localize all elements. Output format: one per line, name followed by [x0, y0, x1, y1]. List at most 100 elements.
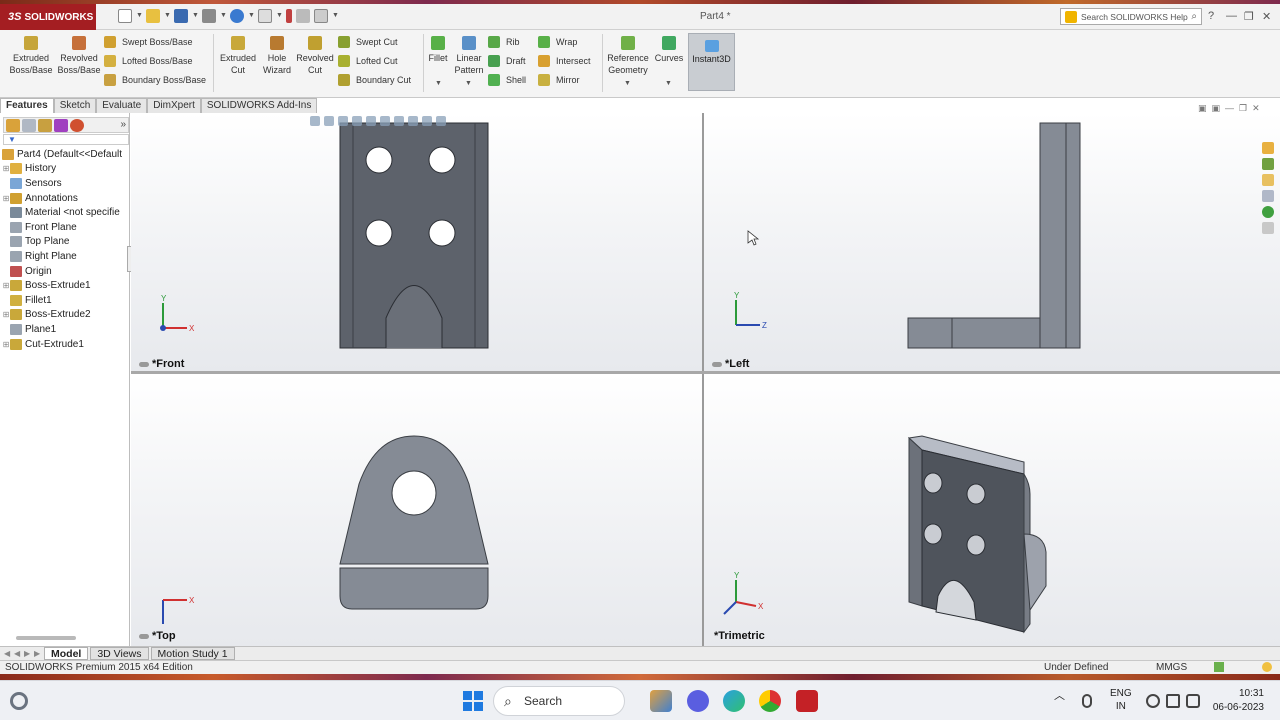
tab-sketch[interactable]: Sketch [53, 98, 97, 113]
solidworks-logo[interactable]: 3S SOLIDWORKS [0, 4, 96, 30]
chevron-down-icon[interactable]: ▼ [435, 80, 442, 87]
help-question-icon[interactable]: ? [1208, 10, 1214, 22]
first-tab-icon[interactable]: ◀ [4, 649, 12, 658]
lofted-cut-button[interactable]: Lofted Cut [338, 55, 398, 67]
volume-icon[interactable] [1166, 694, 1180, 708]
search-icon[interactable]: ⌕ [1191, 11, 1197, 22]
tree-item[interactable]: ⊞ Cut-Extrude1 [2, 337, 130, 352]
expand-icon[interactable]: ⊞ [2, 310, 10, 319]
tree-item[interactable]: ⊞ Boss-Extrude1 [2, 278, 130, 293]
tab-features[interactable]: Features [0, 98, 54, 113]
chevron-down-icon[interactable]: ▼ [248, 9, 255, 23]
horizontal-scrollbar[interactable] [16, 636, 76, 640]
viewport-top[interactable]: X *Top [131, 374, 702, 646]
extruded-boss-button[interactable]: Extruded Boss/Base [8, 36, 54, 76]
property-manager-icon[interactable] [22, 119, 36, 132]
reference-geometry-button[interactable]: Reference Geometry [604, 36, 652, 76]
battery-icon[interactable] [1186, 694, 1200, 708]
hole-wizard-button[interactable]: Hole Wizard [258, 36, 296, 76]
units-selector[interactable]: MMGS [1156, 662, 1187, 673]
feature-filter-icon[interactable]: ▼ [3, 134, 129, 145]
tree-item[interactable]: Origin [2, 264, 130, 279]
language-indicator[interactable]: ENG IN [1110, 687, 1132, 713]
minimize-icon[interactable]: — [1225, 103, 1234, 114]
lofted-boss-button[interactable]: Lofted Boss/Base [104, 55, 193, 67]
next-tab-icon[interactable]: ▶ [24, 649, 32, 658]
swept-cut-button[interactable]: Swept Cut [338, 36, 398, 48]
undo-icon[interactable] [230, 9, 244, 23]
chevron-down-icon[interactable]: ▼ [192, 9, 199, 23]
display-style-icon[interactable] [380, 116, 390, 126]
expand-icon[interactable]: ⊞ [2, 281, 10, 290]
tree-item[interactable]: Right Plane [2, 249, 130, 264]
options-icon[interactable] [314, 9, 328, 23]
tray-overflow-icon[interactable]: ︿ [1054, 687, 1065, 703]
intersect-button[interactable]: Intersect [538, 55, 591, 67]
microphone-icon[interactable] [1082, 694, 1092, 708]
file-properties-icon[interactable] [296, 9, 310, 23]
chevron-down-icon[interactable]: ▼ [276, 9, 283, 23]
scene-icon[interactable] [422, 116, 432, 126]
boundary-cut-button[interactable]: Boundary Cut [338, 74, 411, 86]
tab-motion-study[interactable]: Motion Study 1 [150, 647, 235, 660]
view-settings-icon[interactable] [436, 116, 446, 126]
appearance-icon[interactable] [408, 116, 418, 126]
design-library-icon[interactable] [1262, 158, 1274, 170]
start-button[interactable] [463, 691, 483, 711]
chrome-browser-icon[interactable] [759, 690, 781, 712]
view-orientation-icon[interactable] [366, 116, 376, 126]
resources-icon[interactable] [1262, 142, 1274, 154]
taskbar-search[interactable]: ⌕ Search [493, 686, 625, 716]
tree-item[interactable]: Material <not specifie [2, 205, 130, 220]
tab-evaluate[interactable]: Evaluate [96, 98, 148, 113]
swept-boss-button[interactable]: Swept Boss/Base [104, 36, 193, 48]
tree-item[interactable]: Fillet1 [2, 293, 130, 308]
extruded-cut-button[interactable]: Extruded Cut [216, 36, 260, 76]
tab-dimxpert[interactable]: DimXpert [147, 98, 201, 113]
tile-icon[interactable]: ▣ [1212, 103, 1221, 114]
tab-3d-views[interactable]: 3D Views [90, 647, 149, 660]
select-cursor-icon[interactable] [258, 9, 272, 23]
widgets-icon[interactable] [10, 692, 28, 710]
display-manager-icon[interactable] [70, 119, 84, 132]
wrap-button[interactable]: Wrap [538, 36, 577, 48]
chevron-down-icon[interactable]: ▼ [164, 9, 171, 23]
viewport-trimetric[interactable]: Y X *Trimetric [704, 374, 1280, 646]
chevron-down-icon[interactable]: ▼ [332, 9, 339, 23]
close-icon[interactable]: ✕ [1252, 103, 1260, 114]
section-view-icon[interactable] [352, 116, 362, 126]
file-explorer-icon[interactable] [1262, 174, 1274, 186]
tree-item[interactable]: Front Plane [2, 220, 130, 235]
shell-button[interactable]: Shell [488, 74, 526, 86]
tree-item[interactable]: ⊞ History [2, 162, 130, 177]
rebuild-icon[interactable] [286, 9, 292, 23]
rib-button[interactable]: Rib [488, 36, 520, 48]
chevron-down-icon[interactable]: ▼ [136, 9, 143, 23]
rebuild-status-icon[interactable] [1214, 662, 1224, 672]
fillet-button[interactable]: Fillet [426, 36, 450, 64]
teams-chat-icon[interactable] [687, 690, 709, 712]
restore-icon[interactable]: ❐ [1239, 103, 1247, 114]
open-folder-icon[interactable] [146, 9, 160, 23]
expand-icon[interactable]: ⊞ [2, 340, 10, 349]
tree-item[interactable]: ⊞ Annotations [2, 191, 130, 206]
custom-properties-icon[interactable] [1262, 222, 1274, 234]
save-icon[interactable] [174, 9, 188, 23]
appearances-icon[interactable] [1262, 206, 1274, 218]
previous-view-icon[interactable] [338, 116, 348, 126]
expand-icon[interactable]: ⊞ [2, 194, 10, 203]
viewport-left[interactable]: Y Z *Left [704, 113, 1280, 371]
viewport-front[interactable]: Y X *Front [131, 113, 702, 371]
restore-icon[interactable]: ❐ [1244, 10, 1254, 23]
revolved-cut-button[interactable]: Revolved Cut [295, 36, 335, 76]
chevron-down-icon[interactable]: ▼ [624, 80, 631, 87]
chevron-down-icon[interactable]: ▼ [665, 80, 672, 87]
close-icon[interactable]: ✕ [1262, 10, 1271, 23]
minimize-icon[interactable]: — [1226, 10, 1237, 22]
last-tab-icon[interactable]: ▶ [34, 649, 42, 658]
chevron-down-icon[interactable]: ▼ [465, 80, 472, 87]
view-palette-icon[interactable] [1262, 190, 1274, 202]
chevron-right-icon[interactable]: » [120, 119, 126, 131]
tree-item[interactable]: Top Plane [2, 235, 130, 250]
viewport-splitter-horizontal[interactable] [131, 371, 1280, 374]
